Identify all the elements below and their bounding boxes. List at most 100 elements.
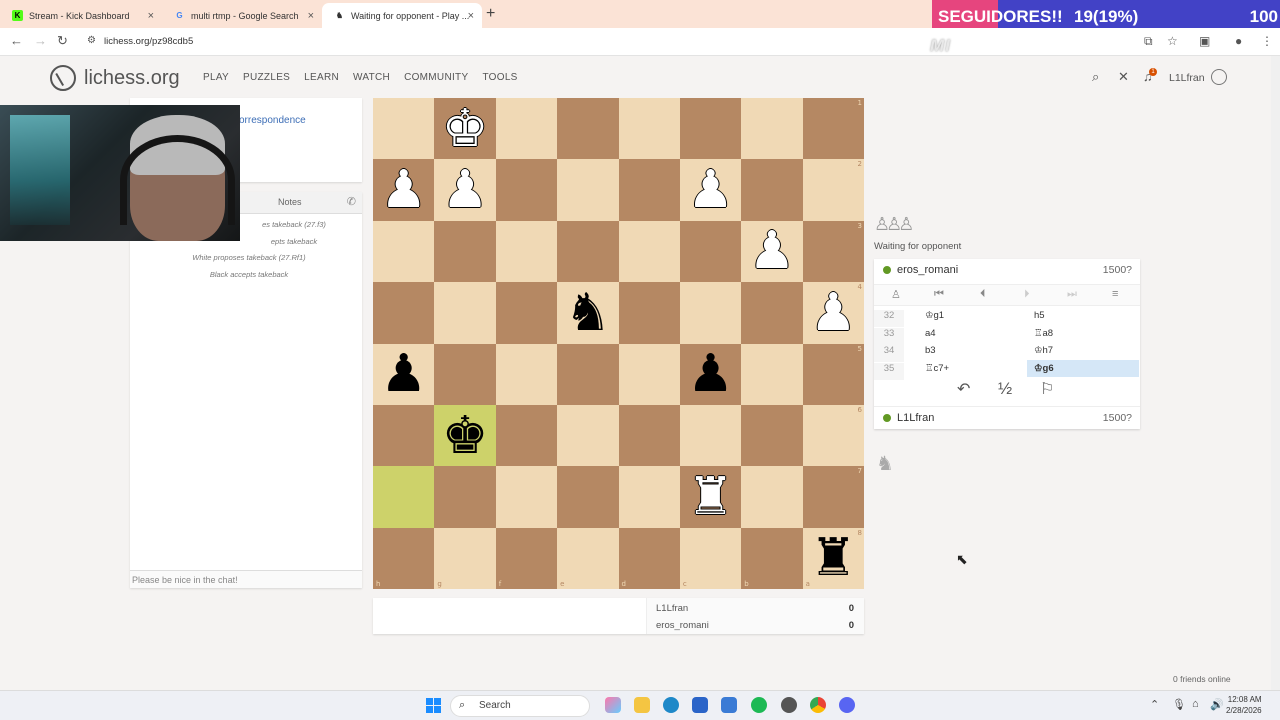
- black-move-current[interactable]: ♔g6: [1027, 359, 1139, 377]
- square-a3[interactable]: 3: [802, 220, 864, 283]
- back-icon[interactable]: ←: [10, 33, 23, 48]
- flip-board-icon[interactable]: ♙: [891, 288, 901, 301]
- page-scrollbar[interactable]: [1271, 56, 1280, 690]
- black-king-piece[interactable]: ♚: [442, 410, 489, 462]
- network-icon[interactable]: ⌂: [1192, 698, 1199, 710]
- square-b1[interactable]: [741, 98, 803, 160]
- user-avatar-icon[interactable]: [1211, 69, 1227, 85]
- black-pawn-piece[interactable]: ♟: [380, 348, 427, 400]
- copilot-icon[interactable]: [605, 697, 621, 713]
- square-e8[interactable]: e: [557, 527, 619, 589]
- offer-draw-button[interactable]: ½: [998, 379, 1012, 399]
- white-move[interactable]: ♔g1: [925, 310, 944, 321]
- square-d7[interactable]: [618, 466, 680, 528]
- tray-chevron-icon[interactable]: ⌃: [1150, 698, 1159, 711]
- white-move[interactable]: a4: [925, 328, 936, 339]
- square-g2[interactable]: ♟: [434, 159, 496, 221]
- square-f6[interactable]: [495, 404, 558, 467]
- extensions-icon[interactable]: ▣: [1199, 34, 1210, 48]
- square-d6[interactable]: [618, 404, 680, 467]
- square-b2[interactable]: [741, 159, 803, 221]
- taskbar-search[interactable]: ⌕ Search: [450, 695, 590, 717]
- square-c7[interactable]: ♜: [679, 466, 742, 528]
- score-player-name[interactable]: L1Lfran: [656, 603, 688, 614]
- square-d3[interactable]: [618, 220, 680, 283]
- prev-move-icon[interactable]: ⏴: [980, 288, 986, 301]
- scrollbar-thumb[interactable]: [1272, 56, 1279, 66]
- square-f4[interactable]: [495, 282, 558, 344]
- square-h2[interactable]: ♟: [373, 159, 435, 221]
- nav-community[interactable]: COMMUNITY: [404, 72, 468, 83]
- square-d1[interactable]: [618, 98, 680, 160]
- friends-online[interactable]: 0 friends online: [1173, 674, 1231, 684]
- discord-icon[interactable]: [839, 697, 855, 713]
- square-c1[interactable]: [679, 98, 742, 160]
- new-tab-icon[interactable]: +: [486, 5, 495, 23]
- last-move-icon[interactable]: ⏭: [1067, 288, 1077, 301]
- black-move[interactable]: ♔h7: [1034, 345, 1053, 356]
- file-explorer-icon[interactable]: [634, 697, 650, 713]
- square-g6[interactable]: ♚: [434, 404, 496, 467]
- square-g1[interactable]: ♚: [434, 98, 496, 160]
- bookmark-star-icon[interactable]: ☆: [1167, 34, 1178, 48]
- white-pawn-piece[interactable]: ♟: [380, 164, 427, 216]
- close-tab-icon[interactable]: ×: [308, 10, 314, 22]
- forward-icon[interactable]: →: [34, 33, 47, 48]
- square-g4[interactable]: [434, 282, 496, 344]
- black-pawn-piece[interactable]: ♟: [687, 348, 734, 400]
- menu-icon[interactable]: ⋮: [1261, 34, 1273, 48]
- site-info-icon[interactable]: ⚙: [87, 35, 96, 46]
- black-rook-piece[interactable]: ♜: [810, 532, 857, 584]
- square-d4[interactable]: [618, 282, 680, 344]
- square-a7[interactable]: 7: [802, 466, 864, 528]
- black-move[interactable]: h5: [1034, 310, 1045, 321]
- square-h6[interactable]: [373, 404, 435, 467]
- volume-icon[interactable]: 🔊: [1210, 698, 1224, 711]
- square-c3[interactable]: [679, 220, 742, 283]
- square-e4[interactable]: ♞: [557, 282, 619, 344]
- site-logo[interactable]: lichess.org: [50, 65, 180, 91]
- close-tab-icon[interactable]: ×: [148, 10, 154, 22]
- install-icon[interactable]: ⧉: [1144, 34, 1153, 49]
- white-move[interactable]: b3: [925, 345, 936, 356]
- square-d8[interactable]: d: [618, 527, 680, 589]
- spotify-icon[interactable]: [751, 697, 767, 713]
- square-e2[interactable]: [557, 159, 619, 221]
- menu-lines-icon[interactable]: ≡: [1112, 288, 1118, 300]
- score-player-name[interactable]: eros_romani: [656, 620, 709, 631]
- white-move[interactable]: ♖c7+: [925, 363, 949, 374]
- square-a6[interactable]: 6: [802, 404, 864, 467]
- square-a5[interactable]: 5: [802, 343, 864, 405]
- square-g3[interactable]: [434, 220, 496, 283]
- black-knight-piece[interactable]: ♞: [565, 287, 612, 339]
- square-f5[interactable]: [495, 343, 558, 405]
- nav-tools[interactable]: TOOLS: [482, 72, 517, 83]
- profile-icon[interactable]: ●: [1235, 34, 1242, 48]
- square-h4[interactable]: [373, 282, 435, 344]
- square-b5[interactable]: [741, 343, 803, 405]
- store-icon[interactable]: [692, 697, 708, 713]
- taskbar-clock[interactable]: 12:08 AM 2/28/2026: [1226, 694, 1262, 716]
- square-e1[interactable]: [557, 98, 619, 160]
- square-c4[interactable]: [679, 282, 742, 344]
- square-h7[interactable]: [373, 466, 435, 528]
- my-name[interactable]: L1Lfran: [897, 412, 934, 424]
- chess-board[interactable]: ♚ 1 ♟ ♟ ♟ 2 ♟ 3 ♞ ♟ 4 ♟ ♟ 5 ♚ 6 ♜ 7 h g f e d c b ♜ 8 a: [373, 98, 864, 589]
- chrome-icon[interactable]: [810, 697, 826, 713]
- close-tab-icon[interactable]: ×: [468, 10, 474, 22]
- nav-puzzles[interactable]: PUZZLES: [243, 72, 290, 83]
- square-h1[interactable]: [373, 98, 435, 160]
- white-pawn-piece[interactable]: ♟: [749, 225, 796, 277]
- resign-flag-icon[interactable]: ⚐: [1040, 379, 1054, 399]
- outlook-icon[interactable]: [721, 697, 737, 713]
- tab-notes[interactable]: Notes: [278, 197, 302, 207]
- tab-lichess[interactable]: ♞ Waiting for opponent - Play ... ×: [322, 3, 482, 28]
- nav-play[interactable]: PLAY: [203, 72, 229, 83]
- square-g7[interactable]: [434, 466, 496, 528]
- square-b8[interactable]: b: [741, 527, 803, 589]
- close-icon[interactable]: ✕: [1118, 69, 1129, 85]
- nav-learn[interactable]: LEARN: [304, 72, 339, 83]
- square-a1[interactable]: 1: [802, 98, 864, 160]
- nav-watch[interactable]: WATCH: [353, 72, 390, 83]
- square-a4[interactable]: ♟ 4: [802, 282, 864, 344]
